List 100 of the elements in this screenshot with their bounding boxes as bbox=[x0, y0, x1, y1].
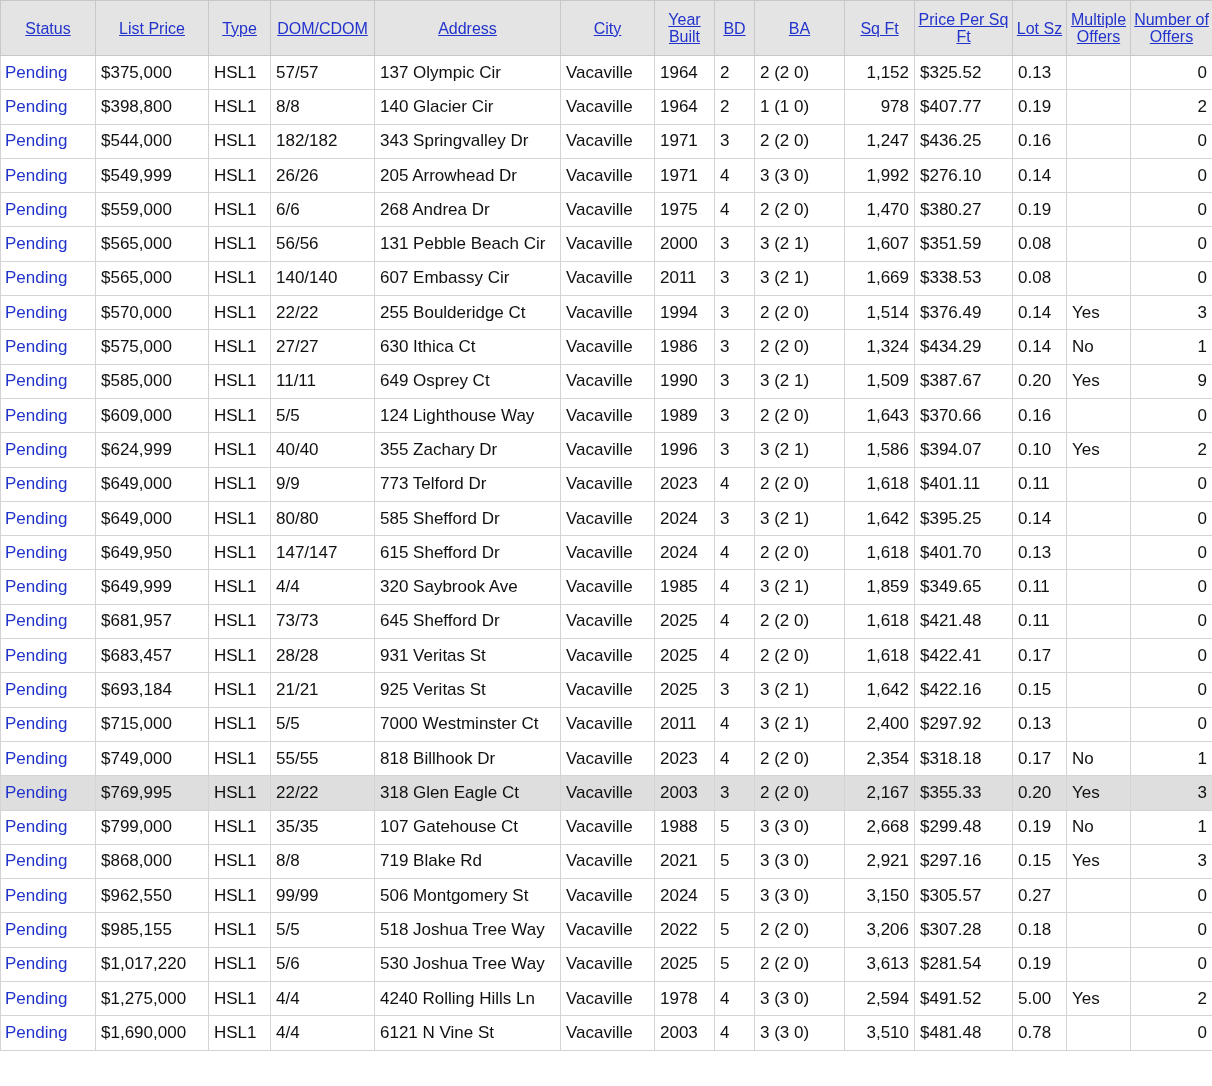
table-cell: 2003 bbox=[654, 1015, 715, 1051]
table-cell: No bbox=[1066, 810, 1131, 845]
table-cell: HSL1 bbox=[208, 364, 271, 399]
table-cell: 107 Gatehouse Ct bbox=[374, 810, 561, 845]
table-cell: $355.33 bbox=[914, 775, 1013, 811]
table-cell: 0.20 bbox=[1012, 364, 1067, 399]
listing-state-link[interactable]: Pending bbox=[0, 672, 96, 708]
table-cell: 3 (2 1) bbox=[754, 364, 845, 399]
listing-state-link[interactable]: Pending bbox=[0, 741, 96, 776]
listing-state-link[interactable]: Pending bbox=[0, 535, 96, 570]
listing-state-link[interactable]: Pending bbox=[0, 261, 96, 296]
table-cell: $436.25 bbox=[914, 124, 1013, 159]
table-cell: 5 bbox=[714, 844, 755, 879]
table-cell: 2003 bbox=[654, 775, 715, 811]
table-cell: 3 bbox=[714, 124, 755, 159]
listing-state-link[interactable]: Pending bbox=[0, 89, 96, 125]
table-cell: 6121 N Vine St bbox=[374, 1015, 561, 1051]
table-cell: 1989 bbox=[654, 398, 715, 433]
listing-state-link[interactable]: Pending bbox=[0, 638, 96, 673]
table-cell: 1,152 bbox=[844, 55, 915, 90]
listing-state-link[interactable]: Pending bbox=[0, 947, 96, 982]
table-cell: $338.53 bbox=[914, 261, 1013, 296]
table-cell: 4 bbox=[714, 741, 755, 776]
table-cell: 0.15 bbox=[1012, 844, 1067, 879]
table-cell: 343 Springvalley Dr bbox=[374, 124, 561, 159]
table-cell: 3 (2 1) bbox=[754, 261, 845, 296]
table-cell: 0.19 bbox=[1012, 192, 1067, 227]
table-cell: HSL1 bbox=[208, 124, 271, 159]
table-cell: $1,690,000 bbox=[95, 1015, 209, 1051]
table-cell: 3 (3 0) bbox=[754, 158, 845, 193]
table-cell: 1996 bbox=[654, 432, 715, 468]
table-cell: 2 bbox=[714, 55, 755, 90]
table-cell: 1964 bbox=[654, 55, 715, 90]
table-cell: 2 (2 0) bbox=[754, 741, 845, 776]
listing-state-link[interactable]: Pending bbox=[0, 158, 96, 193]
listing-state-link[interactable]: Pending bbox=[0, 432, 96, 468]
table-cell: Vacaville bbox=[560, 981, 655, 1016]
table-cell: 2023 bbox=[654, 467, 715, 502]
table-cell: $281.54 bbox=[914, 947, 1013, 982]
table-cell: 506 Montgomery St bbox=[374, 878, 561, 913]
table-cell: 0.27 bbox=[1012, 878, 1067, 913]
table-cell: 4 bbox=[714, 1015, 755, 1051]
table-cell: 1 (1 0) bbox=[754, 89, 845, 125]
listing-state-link[interactable]: Pending bbox=[0, 364, 96, 399]
table-cell: $683,457 bbox=[95, 638, 209, 673]
table-cell: 1994 bbox=[654, 295, 715, 330]
listing-state-link[interactable]: Pending bbox=[0, 467, 96, 502]
listing-state-link[interactable]: Pending bbox=[0, 707, 96, 742]
table-cell: 3,150 bbox=[844, 878, 915, 913]
table-cell: Vacaville bbox=[560, 535, 655, 570]
table-cell: $649,000 bbox=[95, 467, 209, 502]
table-cell: $769,995 bbox=[95, 775, 209, 811]
table-cell: 518 Joshua Tree Way bbox=[374, 912, 561, 948]
table-cell: 1,643 bbox=[844, 398, 915, 433]
table-cell: $395.25 bbox=[914, 501, 1013, 536]
table-cell: 0.14 bbox=[1012, 295, 1067, 330]
listing-state-link[interactable]: Pending bbox=[0, 295, 96, 330]
table-cell: Vacaville bbox=[560, 55, 655, 90]
listing-state-link[interactable]: Pending bbox=[0, 775, 96, 811]
table-cell: Vacaville bbox=[560, 432, 655, 468]
listing-state-link[interactable]: Pending bbox=[0, 878, 96, 913]
table-cell: $799,000 bbox=[95, 810, 209, 845]
table-cell: 1,514 bbox=[844, 295, 915, 330]
table-cell: 4 bbox=[714, 158, 755, 193]
table-cell: 1986 bbox=[654, 329, 715, 365]
table-cell: 5/5 bbox=[270, 707, 375, 742]
table-cell: 1,470 bbox=[844, 192, 915, 227]
listing-state-link[interactable]: Pending bbox=[0, 810, 96, 845]
table-cell: 1,586 bbox=[844, 432, 915, 468]
listing-state-link[interactable]: Pending bbox=[0, 329, 96, 365]
table-cell: 4 bbox=[714, 467, 755, 502]
table-cell: Vacaville bbox=[560, 741, 655, 776]
listing-state-link[interactable]: Pending bbox=[0, 604, 96, 639]
table-cell: 0.08 bbox=[1012, 261, 1067, 296]
table-cell: 0.11 bbox=[1012, 604, 1067, 639]
listing-state-link[interactable]: Pending bbox=[0, 398, 96, 433]
table-cell: 2 (2 0) bbox=[754, 467, 845, 502]
listing-state-link[interactable]: Pending bbox=[0, 981, 96, 1016]
table-cell: Yes bbox=[1066, 981, 1131, 1016]
listing-state-link[interactable]: Pending bbox=[0, 569, 96, 605]
listing-state-link[interactable]: Pending bbox=[0, 501, 96, 536]
table-cell: 0.19 bbox=[1012, 810, 1067, 845]
table-cell: Vacaville bbox=[560, 775, 655, 811]
listing-state-link[interactable]: Pending bbox=[0, 844, 96, 879]
listing-state-link[interactable]: Pending bbox=[0, 124, 96, 159]
table-cell: 2,167 bbox=[844, 775, 915, 811]
table-cell: Yes bbox=[1066, 844, 1131, 879]
table-cell: 3 bbox=[714, 295, 755, 330]
table-cell: 4 bbox=[714, 192, 755, 227]
table-cell: HSL1 bbox=[208, 227, 271, 262]
table-cell: 182/182 bbox=[270, 124, 375, 159]
listing-state-link[interactable]: Pending bbox=[0, 55, 96, 90]
table-cell: $715,000 bbox=[95, 707, 209, 742]
table-cell: 0.16 bbox=[1012, 124, 1067, 159]
listing-state-link[interactable]: Pending bbox=[0, 912, 96, 948]
table-cell: 2 (2 0) bbox=[754, 398, 845, 433]
listing-state-link[interactable]: Pending bbox=[0, 1015, 96, 1051]
listing-state-link[interactable]: Pending bbox=[0, 227, 96, 262]
listing-state-link[interactable]: Pending bbox=[0, 192, 96, 227]
table-cell: 3 bbox=[714, 227, 755, 262]
